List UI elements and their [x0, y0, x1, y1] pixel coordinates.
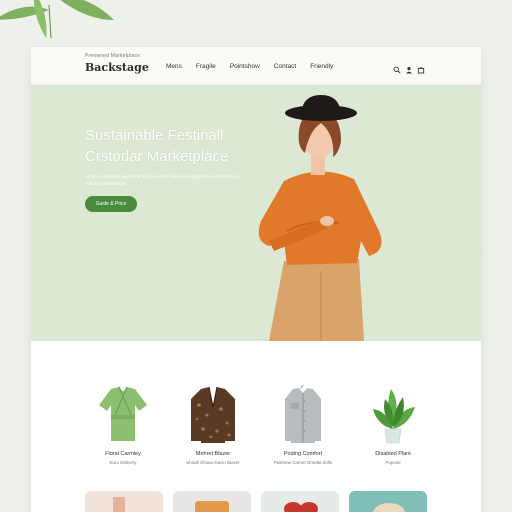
product-name: Mehret Blazer [195, 451, 231, 457]
user-icon[interactable] [405, 61, 413, 74]
product-thumbnail[interactable] [85, 491, 163, 512]
product-price: Shrids Shuau Dacio Blazer [186, 460, 240, 465]
product-price: Pastnew Carriet Ometta dolle [273, 460, 333, 465]
product-thumbnail[interactable] [261, 491, 339, 512]
cart-icon[interactable] [417, 61, 425, 74]
search-icon[interactable] [393, 61, 401, 74]
green-wrap-top-icon [99, 386, 147, 441]
product-price: Popouk [385, 460, 401, 465]
product-thumbnails [85, 491, 427, 512]
tagline: Preowned Marketplace [85, 53, 141, 59]
hero-subtitle: Shop sustainable secondhand pieces and d… [85, 174, 241, 186]
product-name: Disabled Plant [375, 451, 411, 457]
website-card: Preowned Marketplace Backstage Mens Frag… [31, 47, 481, 512]
product-card[interactable]: Floral Carmley Euro Delivery [78, 385, 168, 465]
hero-cta-button[interactable]: Guide & Price [85, 196, 137, 212]
product-name: Poding Comfort [283, 451, 323, 457]
main-nav: Mens Fragile Pointshow Contact Friendly [166, 63, 333, 70]
product-section: Floral Carmley Euro Delivery Mehret Blaz… [31, 341, 481, 512]
nav-item-fragile[interactable]: Fragile [196, 63, 216, 70]
grey-shirt-icon [285, 385, 321, 443]
product-thumbnail[interactable] [349, 491, 427, 512]
product-thumbnail[interactable] [173, 491, 251, 512]
logo[interactable]: Backstage [85, 61, 149, 74]
product-card[interactable]: Disabled Plant Popouk [348, 385, 438, 465]
product-card[interactable]: Mehret Blazer Shrids Shuau Dacio Blazer [168, 385, 258, 465]
nav-item-friendly[interactable]: Friendly [310, 63, 333, 70]
nav-item-contact[interactable]: Contact [274, 63, 296, 70]
product-name: Floral Carmley [105, 451, 141, 457]
product-price: Euro Delivery [109, 460, 137, 465]
potted-plant-icon [373, 389, 415, 444]
header: Preowned Marketplace Backstage Mens Frag… [31, 47, 481, 85]
nav-item-pointshow[interactable]: Pointshow [230, 63, 260, 70]
leopard-blazer-icon [191, 386, 235, 443]
hero-banner: Sustainable Festinall Crstodar Marketpla… [31, 85, 481, 341]
header-icons [393, 61, 425, 74]
product-card[interactable]: Poding Comfort Pastnew Carriet Ometta do… [258, 385, 348, 465]
model-photo [258, 95, 382, 341]
nav-item-mens[interactable]: Mens [166, 63, 182, 70]
